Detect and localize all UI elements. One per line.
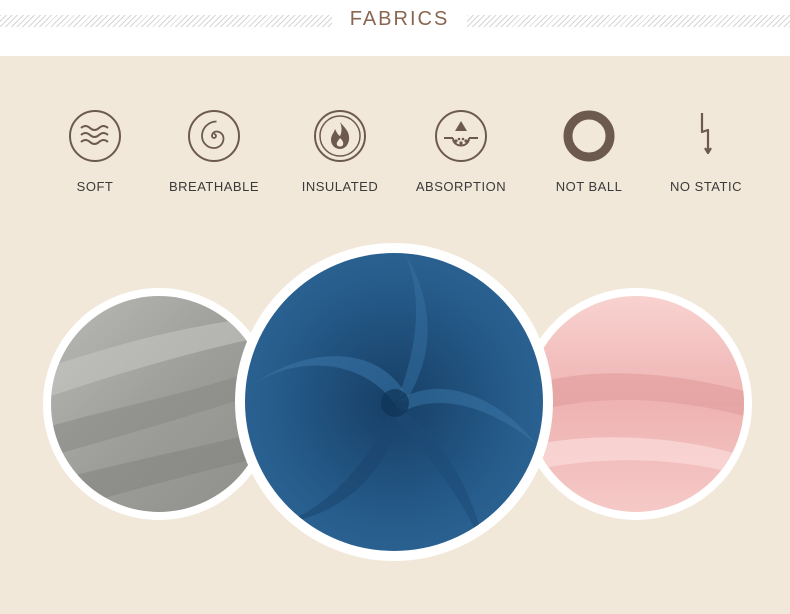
spiral-icon — [188, 110, 240, 162]
feature-no-static: NO STATIC — [651, 108, 761, 194]
feature-breathable: BREATHABLE — [159, 108, 269, 194]
header: FABRICS — [0, 0, 790, 56]
feature-label: ABSORPTION — [415, 179, 507, 194]
fabric-swatch-blue — [235, 243, 553, 561]
feature-soft: SOFT — [40, 108, 150, 194]
ring-icon — [563, 110, 615, 162]
water-drop-icon — [435, 110, 487, 162]
waves-icon — [69, 110, 121, 162]
pink-fabric-image — [528, 296, 744, 512]
feature-label: NOT BALL — [555, 179, 623, 194]
fabric-swatch-pink — [520, 288, 752, 520]
feature-insulated: INSULATED — [285, 108, 395, 194]
feature-label: BREATHABLE — [168, 179, 259, 194]
feature-label: SOFT — [76, 179, 114, 194]
feature-label: INSULATED — [301, 179, 379, 194]
page-title: FABRICS — [349, 8, 450, 30]
blue-fabric-image — [245, 253, 543, 551]
header-decoration-left — [0, 15, 332, 27]
feature-label: NO STATIC — [670, 179, 742, 194]
feature-not-ball: NOT BALL — [534, 108, 644, 194]
flame-icon — [314, 110, 366, 162]
feature-absorption: ABSORPTION — [406, 108, 516, 194]
lightning-icon — [700, 113, 712, 155]
header-decoration-right — [467, 15, 790, 27]
